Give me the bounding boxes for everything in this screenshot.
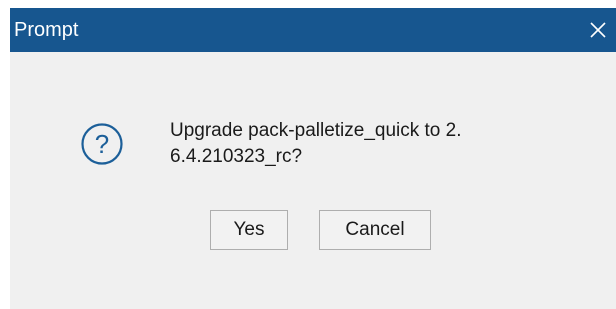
message-line-1: Upgrade pack-palletize_quick to 2. bbox=[170, 120, 462, 141]
dialog-message: Upgrade pack-palletize_quick to 2. 6.4.2… bbox=[170, 118, 590, 170]
prompt-dialog: Prompt ? Upgrade pack-palletize_quick to… bbox=[10, 8, 616, 309]
svg-text:?: ? bbox=[95, 129, 109, 159]
dialog-body: ? Upgrade pack-palletize_quick to 2. 6.4… bbox=[10, 52, 616, 309]
close-icon bbox=[590, 22, 606, 38]
dialog-titlebar[interactable]: Prompt bbox=[10, 8, 616, 52]
yes-button[interactable]: Yes bbox=[210, 210, 288, 250]
question-mark-icon: ? bbox=[81, 123, 123, 165]
close-button[interactable] bbox=[580, 8, 616, 52]
message-line-2: 6.4.210323_rc? bbox=[170, 146, 303, 167]
dialog-title: Prompt bbox=[14, 19, 79, 41]
cancel-button[interactable]: Cancel bbox=[319, 210, 431, 250]
